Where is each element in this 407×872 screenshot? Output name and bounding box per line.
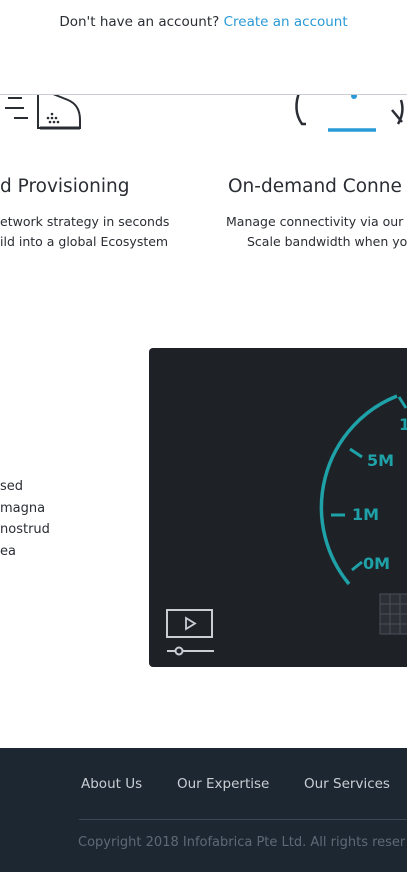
signup-prompt: Don't have an account? Create an account: [0, 14, 407, 30]
feature-desc-provisioning-line2: ild into a global Ecosystem: [0, 234, 169, 249]
play-button[interactable]: [165, 608, 215, 662]
signup-prompt-text: Don't have an account?: [59, 14, 220, 30]
footer-link-services[interactable]: Our Services: [304, 776, 390, 792]
feature-desc-connectivity-line2: Scale bandwidth when yo: [247, 234, 407, 249]
top-bar: Don't have an account? Create an account: [0, 0, 407, 95]
intro-line: sed: [0, 479, 24, 494]
feature-title-connectivity: On-demand Conne: [228, 176, 402, 197]
feature-desc-connectivity-line1: Manage connectivity via our P: [226, 214, 407, 229]
intro-line: nostrud: [0, 522, 50, 537]
intro-line: magna: [0, 500, 46, 516]
footer-link-about[interactable]: About Us: [81, 776, 142, 792]
footer-divider: [79, 819, 407, 820]
create-account-link[interactable]: Create an account: [224, 14, 348, 30]
gauge-label: 5M: [367, 451, 394, 470]
gauge-label: 0M: [363, 554, 390, 573]
play-icon: [166, 609, 214, 656]
copyright-text: Copyright 2018 Infofabrica Pte Ltd. All …: [78, 835, 406, 850]
feature-title-provisioning: d Provisioning: [0, 176, 130, 197]
gauge-label: 1M: [352, 505, 379, 524]
intro-paragraph: sed magna nostrud ea: [0, 476, 50, 562]
gauge-label: 1: [399, 415, 407, 434]
footer-link-expertise[interactable]: Our Expertise: [177, 776, 269, 792]
intro-line: ea: [0, 543, 16, 559]
grid-graphic: [379, 593, 407, 635]
feature-desc-provisioning-line1: etwork strategy in seconds: [0, 214, 170, 229]
video-player[interactable]: 1 5M 1M 0M: [149, 348, 407, 667]
footer: About Us Our Expertise Our Services Copy…: [0, 748, 407, 872]
